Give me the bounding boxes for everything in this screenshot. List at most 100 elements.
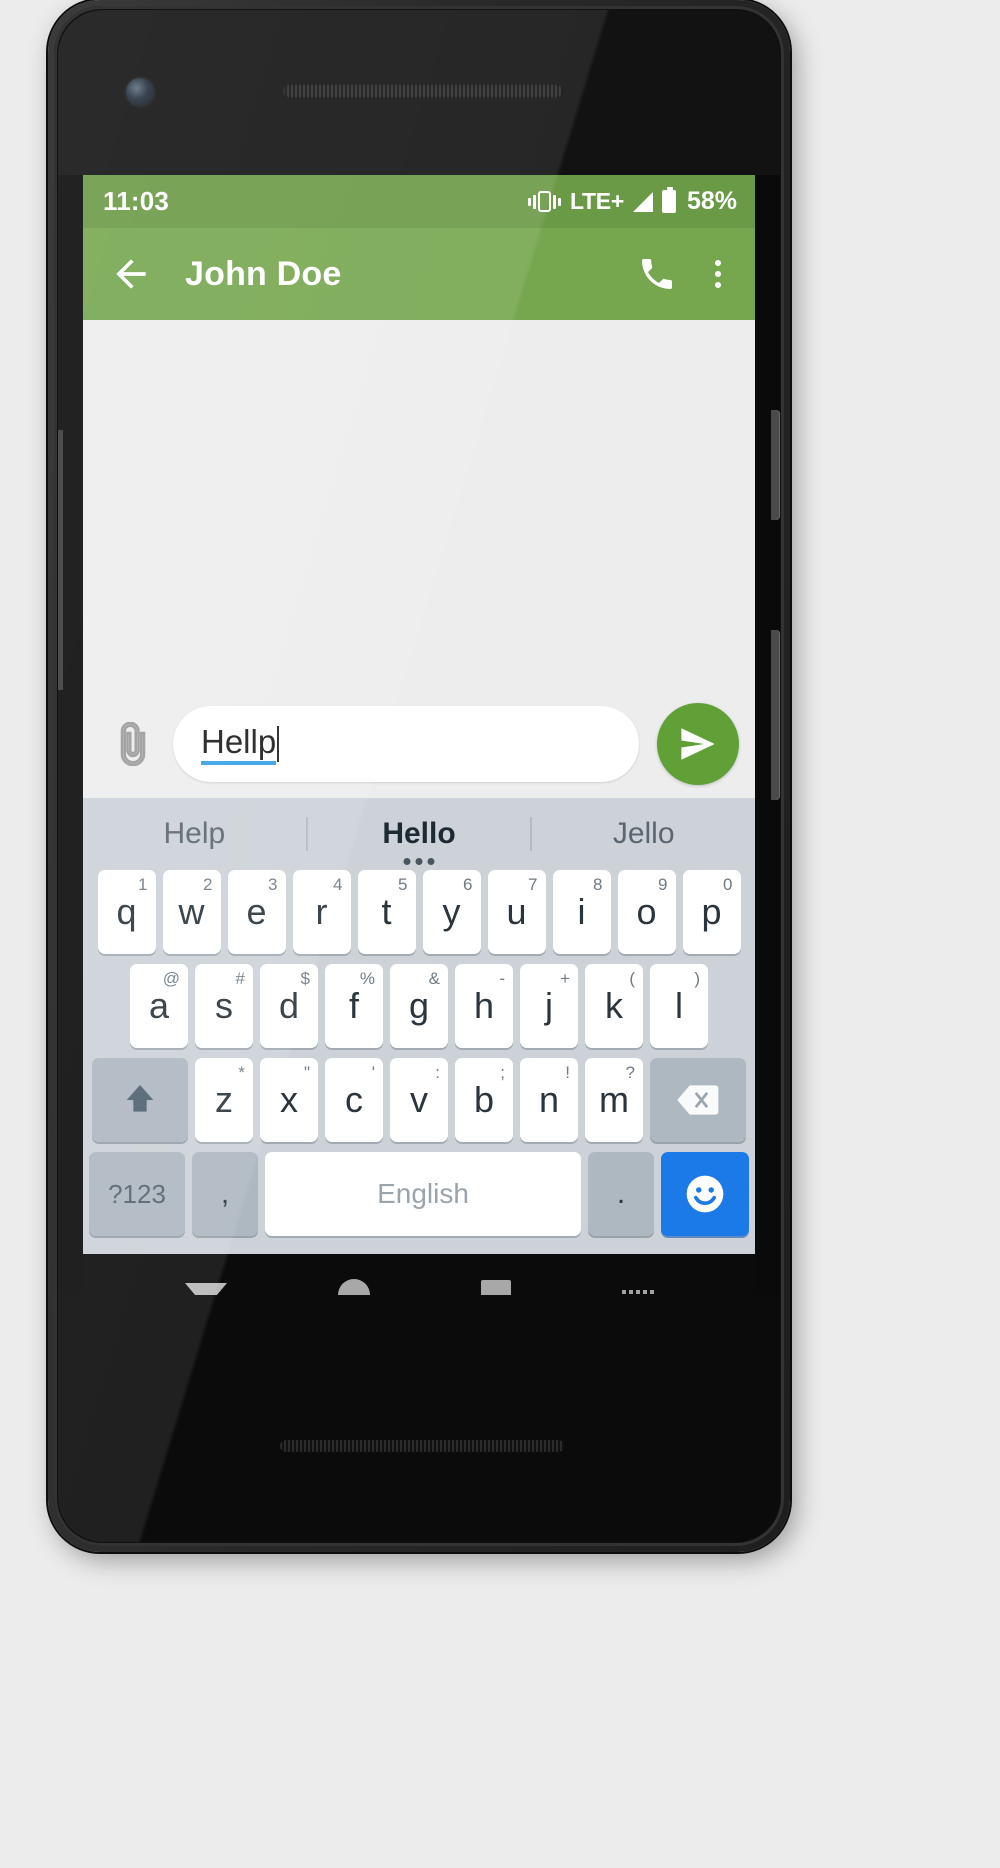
key-hint-o: 9 [658, 875, 668, 894]
key-l[interactable]: ) l [650, 964, 708, 1048]
paperclip-attach-icon[interactable] [111, 722, 155, 766]
network-type-label: LTE+ [569, 188, 624, 214]
key-label-e: e [246, 891, 267, 932]
key-a[interactable]: @ a [130, 964, 188, 1048]
key-label-v: v [410, 1079, 428, 1120]
suggestion-item-0[interactable]: Help [83, 817, 306, 851]
keyboard-row-1: 1q2w3e4r5t6y7u8i9o0p [83, 870, 755, 954]
key-period[interactable]: . [588, 1152, 654, 1236]
suggestion-item-1[interactable]: Hello [308, 817, 531, 865]
hide-keyboard-icon[interactable] [184, 1282, 227, 1295]
signal-icon [632, 191, 653, 212]
key-d[interactable]: $ d [260, 964, 318, 1048]
status-clock: 11:03 [103, 186, 170, 216]
key-hint-s: # [235, 969, 245, 988]
key-hint-a: @ [162, 969, 180, 988]
key-hint-l: ) [694, 969, 700, 988]
phone-top-hardware [58, 10, 780, 175]
key-label-j: j [545, 985, 553, 1026]
volume-button[interactable] [771, 630, 780, 800]
key-w[interactable]: 2w [162, 870, 221, 954]
key-label-o: o [636, 891, 657, 932]
overflow-menu-icon[interactable] [703, 260, 733, 288]
key-label-f: f [348, 985, 359, 1026]
navigation-bar [83, 1254, 755, 1295]
switch-keyboard-icon[interactable] [621, 1289, 654, 1296]
suggestion-strip: Help Hello Jello [83, 798, 755, 870]
key-i[interactable]: 8i [552, 870, 611, 954]
key-hint-q: 1 [138, 875, 148, 894]
phone-body: 11:03 LTE+ 58% John Doe Hellp Help Hello… [58, 10, 780, 1542]
send-button[interactable] [657, 703, 739, 785]
key-hint-h: - [499, 969, 505, 988]
key-x[interactable]: " x [260, 1058, 318, 1142]
key-symbols[interactable]: ?123 [89, 1152, 185, 1236]
home-icon[interactable] [337, 1279, 370, 1295]
key-g[interactable]: & g [390, 964, 448, 1048]
key-e[interactable]: 3e [227, 870, 286, 954]
key-comma[interactable]: , [192, 1152, 258, 1236]
key-m[interactable]: ? m [585, 1058, 643, 1142]
key-h[interactable]: -h [455, 964, 513, 1048]
suggestion-item-2[interactable]: Jello [532, 817, 755, 851]
key-k[interactable]: (k [585, 964, 643, 1048]
key-t[interactable]: 5t [357, 870, 416, 954]
key-label-l: l [675, 985, 683, 1026]
key-z[interactable]: * z [195, 1058, 253, 1142]
key-label-k: k [605, 985, 623, 1026]
key-b[interactable]: ; b [455, 1058, 513, 1142]
key-label-n: n [538, 1079, 560, 1120]
battery-percent-label: 58% [686, 187, 737, 215]
key-label-d: d [278, 985, 300, 1026]
key-hint-t: 5 [398, 875, 408, 894]
key-label-c: c [345, 1079, 363, 1120]
key-label-h: h [473, 985, 495, 1026]
message-input[interactable]: Hellp [173, 706, 639, 782]
keyboard-row-4: ?123 , English . [83, 1152, 755, 1236]
status-bar: 11:03 LTE+ 58% [83, 175, 755, 228]
key-j[interactable]: + j [520, 964, 578, 1048]
key-hint-f: % [359, 969, 375, 988]
key-label-g: g [408, 985, 430, 1026]
back-arrow-icon[interactable] [109, 252, 153, 296]
key-o[interactable]: 9o [617, 870, 676, 954]
key-backspace[interactable] [650, 1058, 746, 1142]
key-space[interactable]: English [265, 1152, 581, 1236]
power-button[interactable] [771, 410, 780, 520]
key-q[interactable]: 1q [97, 870, 156, 954]
key-label-r: r [315, 891, 328, 932]
suggestion-expand-icon[interactable] [403, 858, 435, 865]
key-hint-b: ; [500, 1063, 505, 1082]
key-label-w: w [178, 891, 205, 932]
phone-call-icon[interactable] [637, 254, 677, 294]
key-p[interactable]: 0p [682, 870, 741, 954]
key-s[interactable]: # s [195, 964, 253, 1048]
recents-icon[interactable] [480, 1280, 511, 1295]
keyboard-row-2: @ a # s $ d% f & g - h + j(k) l [83, 964, 755, 1048]
phone-left-rail [58, 430, 63, 690]
vibrate-icon [527, 191, 561, 212]
key-c[interactable]: ' c [325, 1058, 383, 1142]
send-icon [681, 728, 715, 760]
key-emoji[interactable] [661, 1152, 749, 1236]
key-label-z: z [215, 1079, 233, 1120]
compose-row: Hellp [83, 690, 755, 798]
key-label-y: y [442, 891, 461, 932]
earpiece-speaker [283, 84, 563, 98]
key-hint-c: ' [371, 1063, 375, 1082]
key-v[interactable]: :v [390, 1058, 448, 1142]
key-label-s: s [215, 985, 233, 1026]
key-n[interactable]: ! n [520, 1058, 578, 1142]
key-u[interactable]: 7u [487, 870, 546, 954]
key-hint-n: ! [565, 1063, 570, 1082]
key-r[interactable]: 4r [292, 870, 351, 954]
phone-screen: 11:03 LTE+ 58% John Doe Hellp Help Hello… [83, 175, 755, 1295]
key-y[interactable]: 6y [422, 870, 481, 954]
contact-name-title: John Doe [185, 254, 342, 293]
key-f[interactable]: % f [325, 964, 383, 1048]
key-hint-x: " [303, 1063, 310, 1082]
key-hint-u: 7 [528, 875, 538, 894]
key-shift[interactable] [92, 1058, 188, 1142]
phone-bottom-hardware [58, 1295, 780, 1542]
suggestion-item-1-label: Hello [382, 817, 456, 850]
